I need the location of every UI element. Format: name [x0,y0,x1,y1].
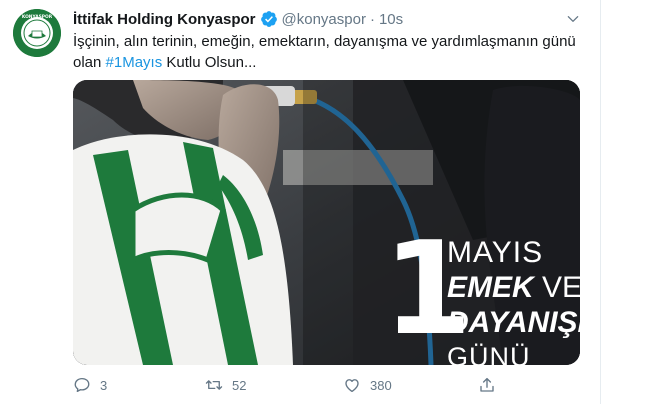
hashtag-link[interactable]: #1Mayıs [106,54,163,71]
page-background-right [600,0,670,404]
verified-badge-icon [260,10,278,28]
media-text-emek: EMEK [447,271,534,304]
avatar[interactable]: KONYASPOR [13,9,61,57]
media-overlay-text: 1 MAYIS EMEK VE DAYANIŞMA GÜNÜ [383,226,580,366]
chevron-down-icon[interactable] [562,9,584,29]
timestamp[interactable]: 10s [379,11,403,28]
reply-count: 3 [100,377,108,393]
tweet-text-suffix: Kutlu Olsun... [162,54,257,71]
like-count: 380 [370,377,392,393]
tweet-actions: 3 52 380 [73,374,513,396]
tweet[interactable]: KONYASPOR İttifak Holding Konyaspor @kon… [0,0,600,404]
display-name[interactable]: İttifak Holding Konyaspor [73,11,256,28]
media-text-dayanisma: DAYANIŞMA [447,306,580,339]
media-text-ve: VE [533,271,580,304]
share-button[interactable] [478,376,496,394]
avatar-logo-text: KONYASPOR [22,14,53,20]
media-text-mayis: MAYIS [447,236,544,269]
reply-icon [74,377,90,393]
share-icon [480,377,494,392]
tweet-media-image[interactable]: 1 MAYIS EMEK VE DAYANIŞMA GÜNÜ [73,80,580,365]
tweet-text: İşçinin, alın terinin, emeğin, emektarın… [73,31,576,73]
tweet-header: İttifak Holding Konyaspor @konyaspor · 1… [73,9,403,29]
tweet-text-line-1: İşçinin, alın terinin, emeğin, emektarın… [73,33,576,50]
media-text-gunu: GÜNÜ [447,342,531,365]
retweet-count: 52 [232,377,247,393]
reply-button[interactable]: 3 [73,376,107,394]
retweet-button[interactable]: 52 [205,376,246,394]
separator-dot: · [369,10,375,28]
tweet-text-prefix: olan [73,54,106,71]
media-text-emek-ve: EMEK VE [447,273,580,303]
tweet-text-line-2: olan #1Mayıs Kutlu Olsun... [73,52,573,73]
like-icon [345,379,359,393]
like-button[interactable]: 380 [343,376,392,394]
retweet-icon [205,380,223,390]
handle[interactable]: @konyaspor [282,11,366,28]
